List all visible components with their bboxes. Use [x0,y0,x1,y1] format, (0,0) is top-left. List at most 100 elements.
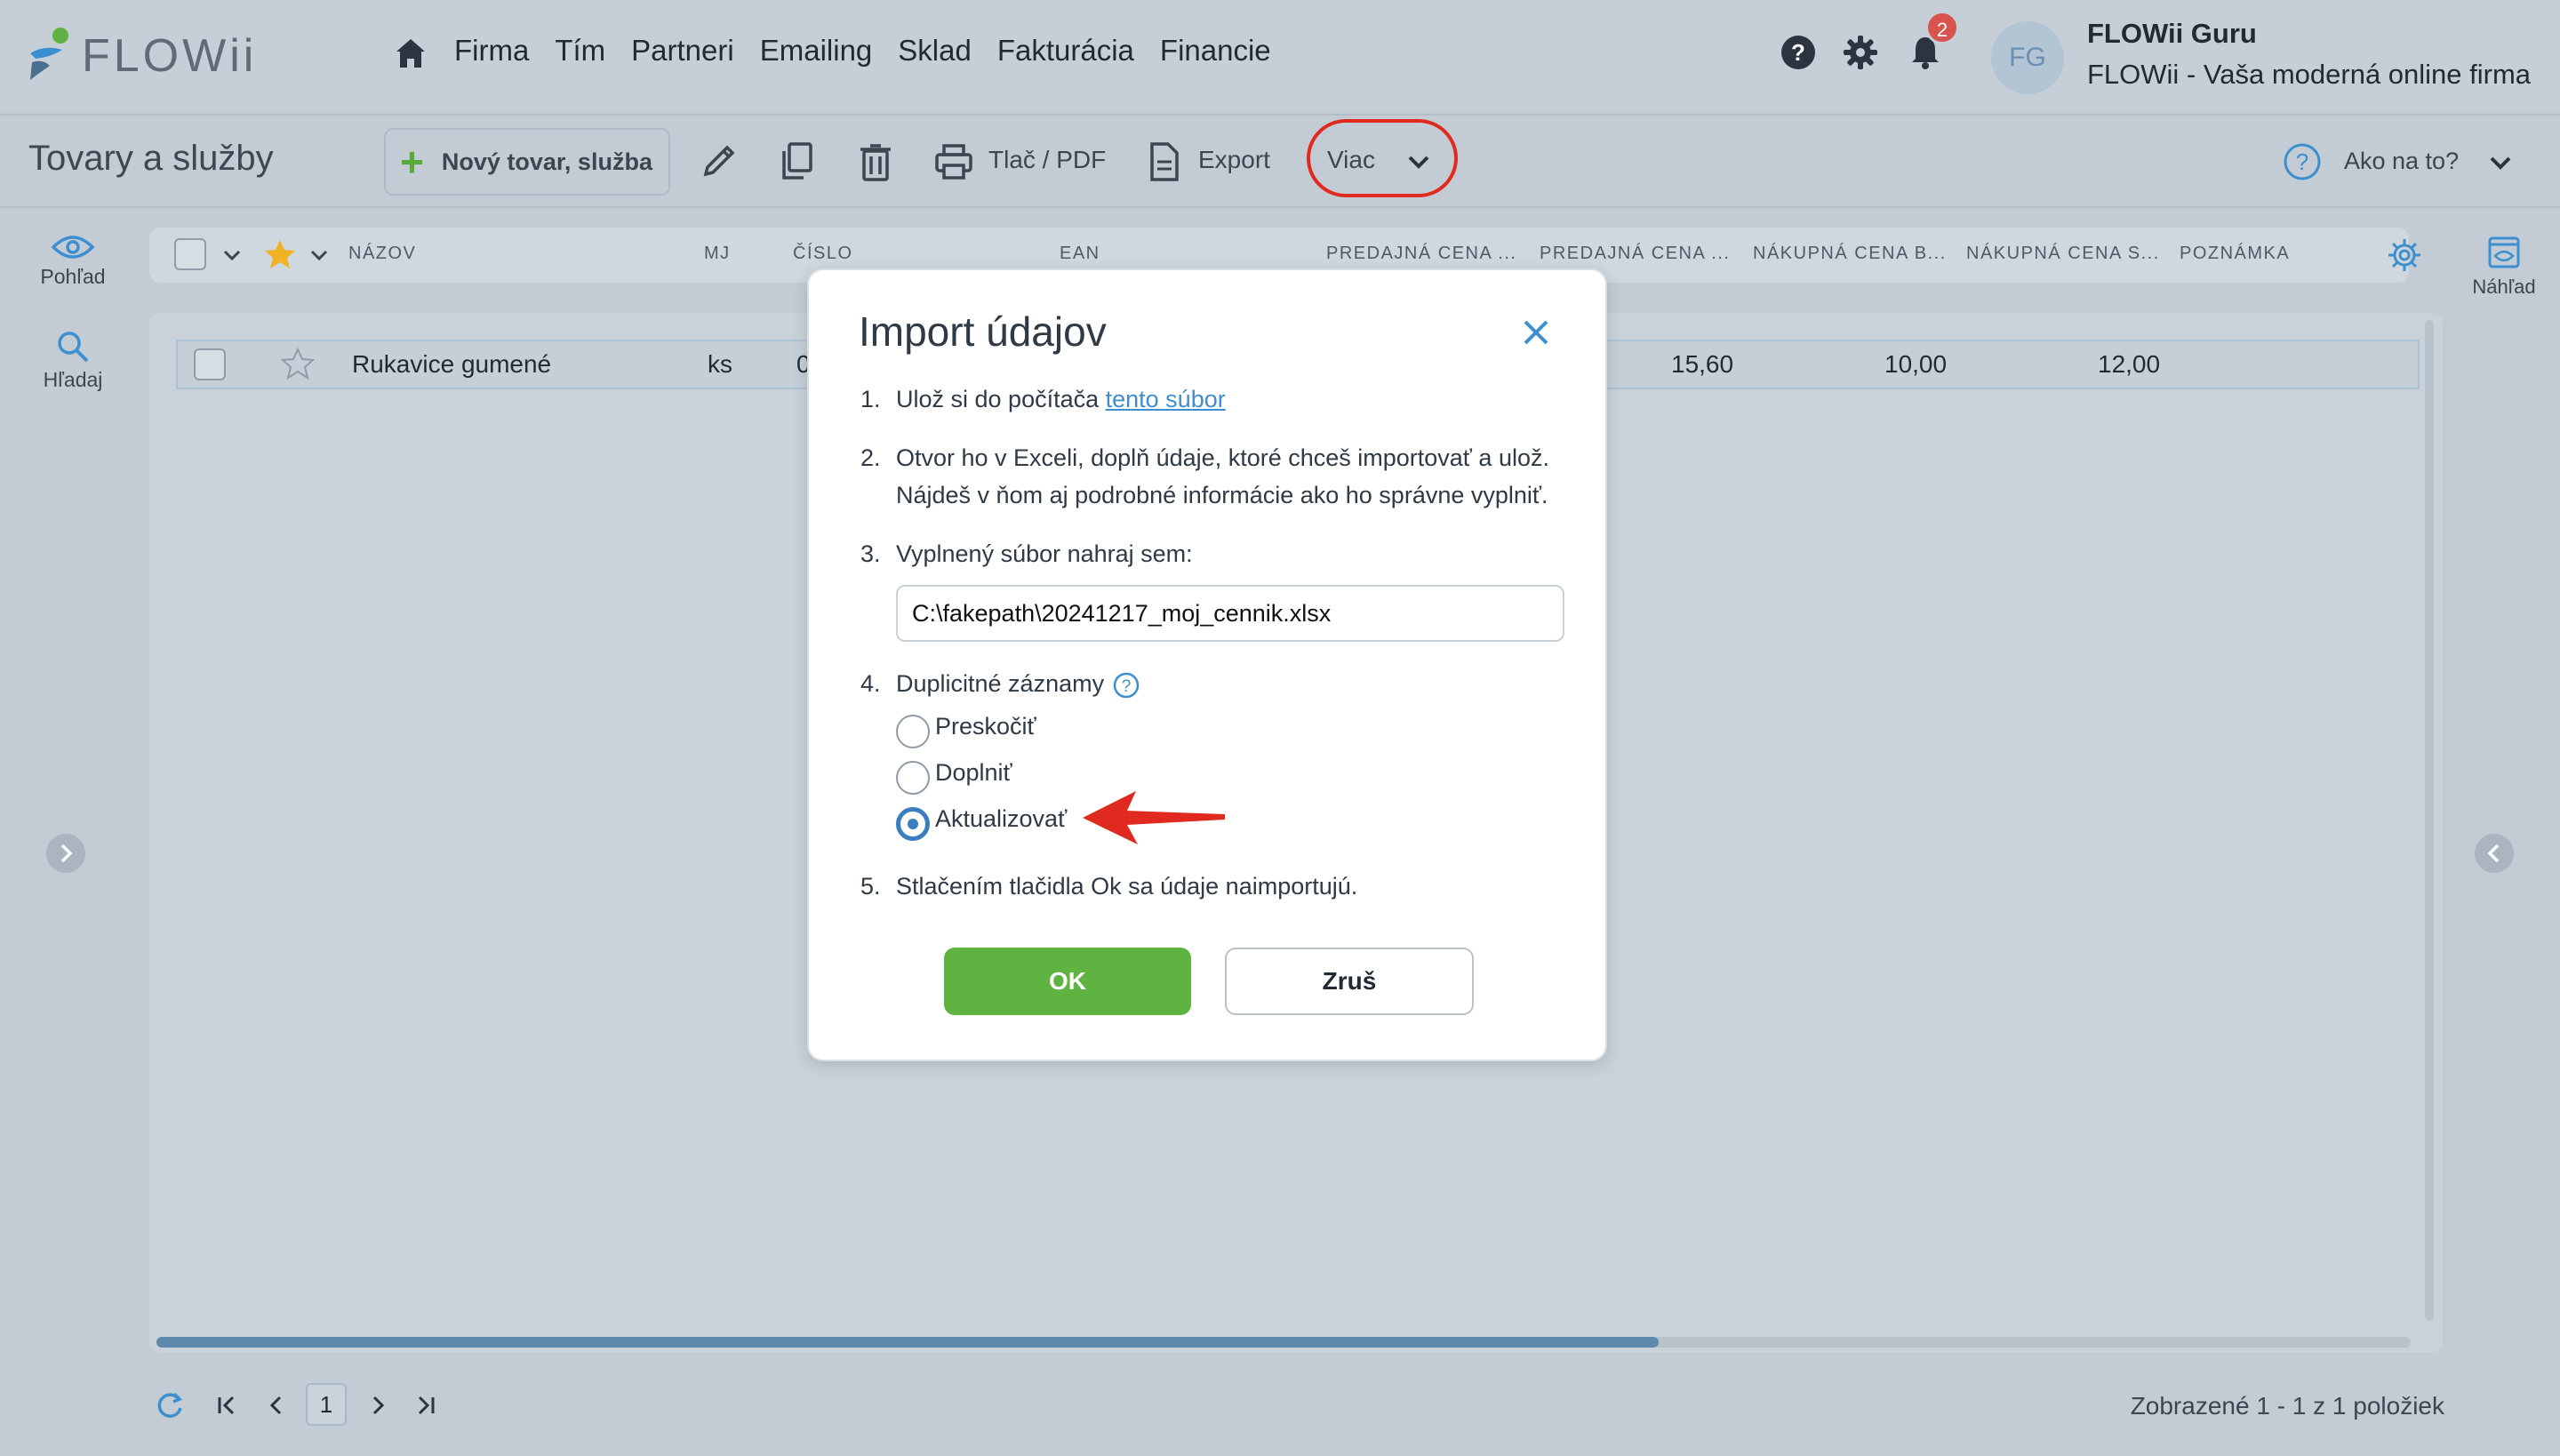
column-header-sale-price-2[interactable]: PREDAJNÁ CENA ... [1540,244,1730,264]
cell-sale-price-2: 15,60 [1671,350,1734,378]
user-name[interactable]: FLOWii Guru [2087,18,2257,50]
refresh-icon[interactable] [155,1390,185,1420]
page-title: Tovary a služby [28,139,274,178]
page-toolbar: Tovary a služby + Nový tovar, služba Tla… [0,114,2560,208]
nav-item-sklad[interactable]: Sklad [898,34,972,68]
right-panel-collapse-arrow[interactable] [2475,834,2514,873]
svg-text:?: ? [2296,148,2308,175]
star-outline-icon[interactable] [281,347,315,380]
column-header-note[interactable]: POZNÁMKA [2180,244,2290,264]
step-5: 5. Stlačením tlačidla Ok sa údaje naimpo… [860,868,1357,905]
chevron-down-icon[interactable] [2487,149,2514,176]
nav-item-firma[interactable]: Firma [454,34,529,68]
column-header-sale-price-1[interactable]: PREDAJNÁ CENA ... [1326,244,1516,264]
column-settings-gear-icon[interactable] [2386,236,2423,274]
sidebar-search-label: Hľadaj [43,368,103,391]
first-page-icon[interactable] [213,1392,240,1419]
sidebar-expand-arrow[interactable] [46,834,85,873]
brand-name: FLOWii [82,30,258,82]
how-to-help-icon[interactable]: ? [2283,142,2322,181]
select-all-checkbox[interactable] [174,238,206,270]
new-item-button[interactable]: + Nový tovar, služba [384,128,670,196]
print-pdf-button[interactable]: Tlač / PDF [988,146,1106,174]
cell-purchase-price-1: 10,00 [1884,350,1948,378]
column-header-ean[interactable]: EAN [1060,244,1100,264]
column-header-number[interactable]: ČÍSLO [793,244,853,264]
edit-pencil-icon[interactable] [699,140,740,183]
export-button[interactable]: Export [1198,146,1270,174]
vertical-scrollbar[interactable] [2425,320,2434,1321]
ok-button[interactable]: OK [944,948,1191,1015]
help-info-icon[interactable]: ? [1113,672,1140,699]
template-file-link[interactable]: tento súbor [1106,386,1226,412]
import-data-modal: Import údajov 1. Ulož si do počítača ten… [807,268,1607,1061]
user-avatar[interactable]: FG [1991,21,2064,94]
cell-name: Rukavice gumené [352,350,552,378]
step-5-number: 5. [860,873,881,900]
delete-trash-icon[interactable] [855,140,896,183]
main-navigation: Firma Tím Partneri Emailing Sklad Faktur… [454,34,1271,68]
current-page-indicator[interactable]: 1 [306,1383,347,1426]
step-2-line-1: Otvor ho v Exceli, doplň údaje, ktoré ch… [896,444,1549,471]
nav-item-tim[interactable]: Tím [555,34,605,68]
step-5-text: Stlačením tlačidla Ok sa údaje naimportu… [896,873,1358,900]
cell-unit: ks [708,350,732,378]
radio-update[interactable] [896,807,930,841]
preview-panel-button[interactable]: Náhľad [2464,235,2544,299]
notification-count-badge: 2 [1925,11,1959,44]
column-header-purchase-price-2[interactable]: NÁKUPNÁ CENA S... [1966,244,2160,264]
step-4-number: 4. [860,670,881,697]
nav-item-fakturacia[interactable]: Fakturácia [997,34,1134,68]
radio-skip[interactable] [896,715,930,748]
step-4-text: Duplicitné záznamy [896,670,1105,697]
help-icon[interactable]: ? [1780,34,1817,71]
next-page-icon[interactable] [364,1392,391,1419]
previous-page-icon[interactable] [263,1392,290,1419]
nav-item-partneri[interactable]: Partneri [631,34,734,68]
chevron-down-icon[interactable] [1404,148,1433,176]
step-1-text: Ulož si do počítača [896,386,1106,412]
settings-gear-icon[interactable] [1842,34,1879,71]
column-header-purchase-price-1[interactable]: NÁKUPNÁ CENA B... [1753,244,1947,264]
svg-text:?: ? [1791,39,1805,66]
step-3-text: Vyplnený súbor nahraj sem: [896,540,1193,567]
more-button[interactable]: Viac [1327,146,1375,174]
star-filled-icon[interactable] [263,238,297,270]
red-annotation-arrow-icon [1083,791,1225,844]
top-navigation-bar: FLOWii Firma Tím Partneri Emailing Sklad… [0,0,2560,112]
preview-icon [2488,236,2520,268]
plus-icon: + [400,139,424,185]
radio-update-label[interactable]: Aktualizovať [935,805,1067,833]
sidebar-view-button[interactable]: Pohľad [24,233,122,289]
nav-item-financie[interactable]: Financie [1160,34,1271,68]
chevron-down-icon[interactable] [222,245,242,265]
nav-item-emailing[interactable]: Emailing [760,34,873,68]
column-header-unit[interactable]: MJ [704,244,731,264]
sidebar-search-button[interactable]: Hľadaj [24,329,122,392]
last-page-icon[interactable] [412,1392,439,1419]
close-icon[interactable] [1520,316,1552,348]
chevron-left-icon [2487,844,2500,863]
radio-skip-label[interactable]: Preskočiť [935,713,1036,740]
export-document-icon[interactable] [1143,140,1184,183]
how-to-button[interactable]: Ako na to? [2344,148,2459,175]
cancel-button[interactable]: Zruš [1225,948,1474,1015]
new-item-label: Nový tovar, služba [441,148,652,175]
radio-fill[interactable] [896,761,930,795]
company-name[interactable]: FLOWii - Vaša moderná online firma [2087,59,2531,91]
row-checkbox[interactable] [194,348,226,380]
step-1-number: 1. [860,386,881,412]
chevron-down-icon[interactable] [309,245,329,265]
copy-icon[interactable] [777,140,818,183]
sidebar-view-label: Pohľad [40,265,106,288]
print-icon[interactable] [933,140,974,183]
step-2-line-2: Nájdeš v ňom aj podrobné informácie ako … [896,482,1548,508]
column-header-name[interactable]: NÁZOV [348,244,416,264]
pagination-info: Zobrazené 1 - 1 z 1 položiek [2130,1392,2444,1420]
horizontal-scrollbar-thumb[interactable] [156,1337,1659,1348]
radio-fill-label[interactable]: Doplniť [935,759,1012,787]
search-icon [58,332,89,363]
brand-logo[interactable]: FLOWii [27,25,257,87]
home-icon[interactable] [393,36,428,71]
file-upload-input[interactable]: C:\fakepath\20241217_moj_cennik.xlsx [896,585,1564,642]
